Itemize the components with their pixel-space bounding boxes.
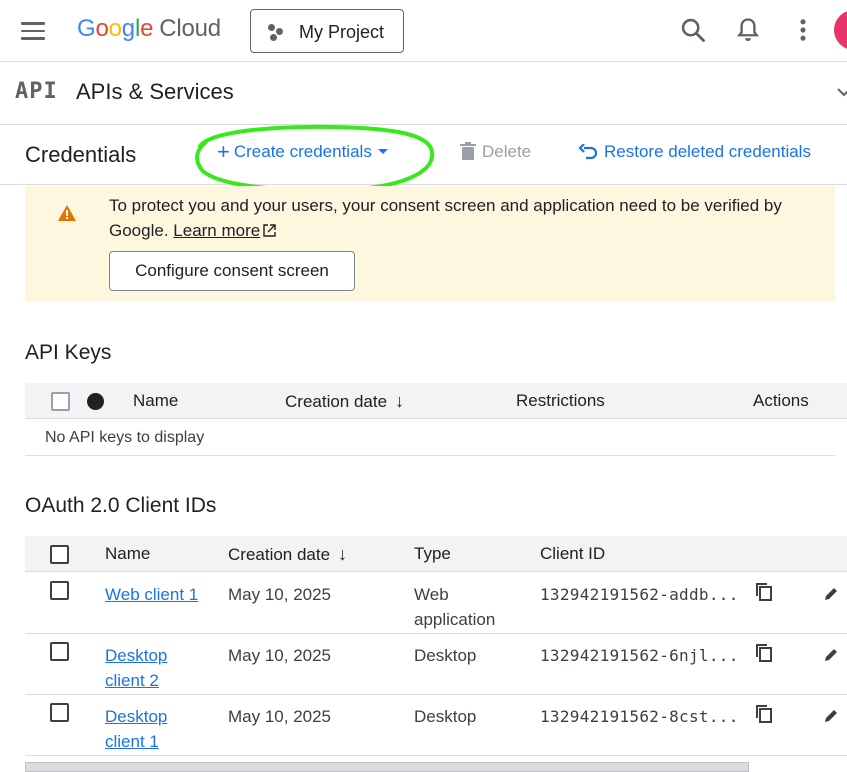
logo-letter: o [95,15,109,42]
delete-label: Delete [482,142,532,161]
row-checkbox[interactable] [50,581,69,600]
copy-icon[interactable] [755,643,773,663]
section-header: API APIs & Services [0,62,847,125]
warning-icon [58,205,76,221]
trash-icon [460,142,476,160]
creation-date-label: Creation date [228,545,331,564]
client-name-link[interactable]: Web client 1 [105,582,200,607]
api-keys-table-header: Name Creation date ↓ Restrictions Actions [25,383,847,419]
search-icon[interactable] [679,16,707,44]
api-keys-title: API Keys [25,341,112,364]
copy-icon[interactable] [755,704,773,724]
client-id: 132942191562-8cst... [540,707,739,726]
bell-icon[interactable] [734,16,762,44]
client-id: 132942191562-addb... [540,585,739,604]
create-credentials-button[interactable]: + Create credentials [217,139,388,166]
creation-date: May 10, 2025 [228,646,332,665]
external-link-icon [263,224,276,237]
project-name: My Project [299,22,385,42]
page-title: Credentials [25,142,137,167]
credentials-toolbar: Credentials + Create credentials Delete R… [0,125,847,185]
empty-state-row: No API keys to display [25,420,835,456]
client-name-link[interactable]: Desktop client 2 [105,643,200,693]
more-vert-icon[interactable] [789,16,817,44]
client-type: Web application [414,585,496,629]
edit-icon[interactable] [823,647,839,663]
create-credentials-label: Create credentials [233,142,372,161]
section-title: APIs & Services [76,79,234,104]
client-name-link[interactable]: Desktop client 1 [105,704,200,754]
project-picker-button[interactable]: My Project [250,9,404,53]
oauth-table-header: Name Creation date ↓ Type Client ID [25,536,847,572]
select-all-checkbox[interactable] [50,545,69,564]
creation-date-label: Creation date [285,392,388,411]
menu-icon[interactable] [21,22,45,40]
column-header-creation-date[interactable]: Creation date ↓ [285,391,404,412]
logo-letter: o [108,15,122,42]
logo-letter: e [140,15,154,42]
undo-icon [578,143,598,160]
row-checkbox[interactable] [50,703,69,722]
logo-cloud-text: Cloud [159,15,221,42]
api-icon: API [15,79,58,104]
logo-letter: g [121,15,135,42]
empty-state-text: No API keys to display [45,429,205,446]
copy-icon[interactable] [755,582,773,602]
column-header-restrictions: Restrictions [516,391,605,410]
project-icon [268,24,288,42]
plus-icon: + [217,139,230,164]
row-checkbox[interactable] [50,642,69,661]
client-type: Desktop [414,646,477,665]
avatar[interactable] [834,10,847,50]
horizontal-scrollbar[interactable] [25,762,749,772]
table-row: Web client 1 May 10, 2025 Web applicatio… [25,573,847,634]
status-icon [87,393,104,410]
delete-button[interactable]: Delete [460,142,531,162]
edit-icon[interactable] [823,586,839,602]
column-header-name[interactable]: Name [105,544,150,564]
arrow-down-icon: ↓ [338,544,348,564]
table-row: Desktop client 1 May 10, 2025 Desktop 13… [25,695,847,756]
select-all-checkbox[interactable] [51,392,70,411]
column-header-actions: Actions [753,391,809,410]
banner-message: To protect you and your users, your cons… [109,193,819,243]
learn-more-link[interactable]: Learn more [173,221,260,240]
top-app-bar: Google Cloud My Project [0,0,847,62]
google-cloud-logo[interactable]: Google Cloud [77,15,221,43]
chevron-down-icon[interactable] [836,84,847,100]
column-header-creation-date[interactable]: Creation date ↓ [228,544,347,565]
table-row: Desktop client 2 May 10, 2025 Desktop 13… [25,634,847,695]
column-header-name[interactable]: Name [133,391,178,411]
client-id: 132942191562-6njl... [540,646,739,665]
restore-label: Restore deleted credentials [604,142,811,161]
column-header-client-id: Client ID [540,544,606,563]
arrow-down-icon: ↓ [395,391,405,411]
column-header-type: Type [414,544,451,563]
client-type: Desktop [414,707,477,726]
oauth-title: OAuth 2.0 Client IDs [25,494,217,517]
logo-letter: G [77,15,96,42]
edit-icon[interactable] [823,708,839,724]
restore-deleted-credentials-button[interactable]: Restore deleted credentials [578,142,811,162]
configure-consent-screen-button[interactable]: Configure consent screen [109,251,355,291]
creation-date: May 10, 2025 [228,585,332,604]
creation-date: May 10, 2025 [228,707,332,726]
verification-banner: To protect you and your users, your cons… [25,186,835,301]
caret-down-icon [377,149,388,154]
